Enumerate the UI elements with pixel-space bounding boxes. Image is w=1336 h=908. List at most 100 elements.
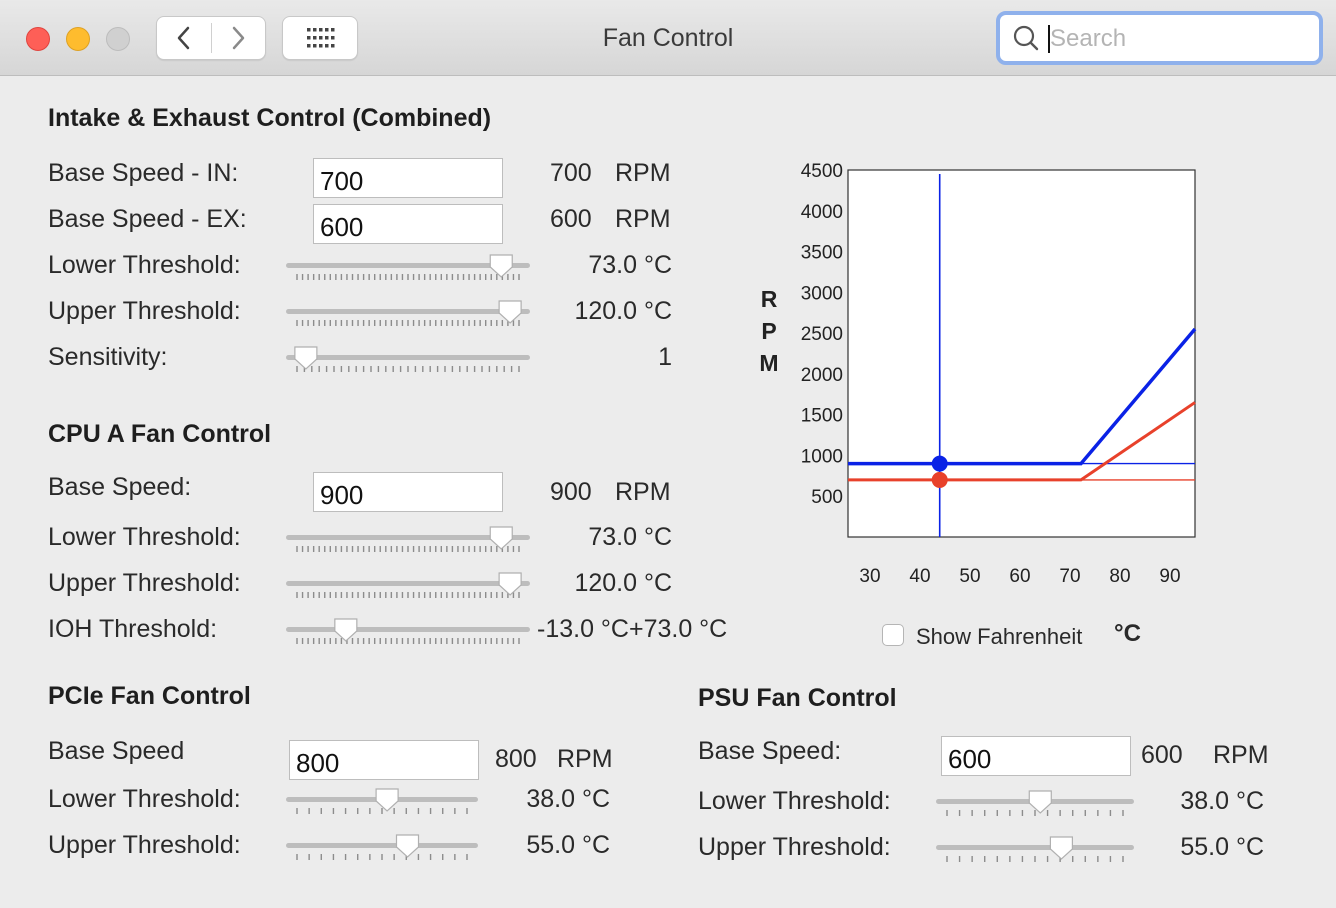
base-speed-ex-label: Base Speed - EX: [48, 205, 247, 233]
slider-knob[interactable] [395, 834, 420, 858]
x-tick-label: 40 [909, 566, 930, 587]
show-all-button[interactable] [282, 16, 358, 60]
grid-dot [325, 44, 329, 48]
cpu-lower-threshold-slider[interactable] [286, 526, 530, 559]
grid-icon [307, 28, 335, 48]
current-speed-marker [931, 471, 948, 488]
psu-upper-threshold-value: 55.0 °C [1180, 833, 1264, 861]
psu-base-speed-value: 600 [1141, 741, 1183, 769]
cpu-base-speed-unit: RPM [615, 478, 671, 506]
back-forward-control [156, 16, 266, 60]
base-speed-ex-value: 600 [550, 205, 592, 233]
y-tick-label: 3500 [801, 243, 843, 264]
search-field[interactable]: Search [996, 11, 1323, 65]
pcie-base-speed-label: Base Speed [48, 737, 185, 765]
psu-upper-threshold-slider[interactable] [936, 836, 1134, 869]
slider-ticks [946, 790, 1124, 816]
y-axis-label-letter: P [761, 318, 776, 344]
fan-curve-chart-svg: 500 1000 1500 2000 2500 3000 3500 4000 4500 30 40 5… [759, 161, 1197, 587]
combined-lower-threshold-slider[interactable] [286, 254, 530, 287]
slider-knob[interactable] [498, 300, 522, 324]
fan-curve-chart: 500 1000 1500 2000 2500 3000 3500 4000 4500 30 40 5… [750, 160, 1210, 660]
slider-ticks [296, 526, 520, 552]
window-title: Fan Control [602, 24, 734, 52]
back-button[interactable] [157, 17, 211, 59]
current-speed-marker [931, 455, 948, 472]
y-tick-label: 4500 [801, 161, 843, 182]
psu-lower-threshold-slider[interactable] [936, 790, 1134, 823]
y-tick-label: 1500 [801, 406, 843, 427]
ioh-threshold-label: IOH Threshold: [48, 615, 218, 643]
sensitivity-label: Sensitivity: [48, 343, 168, 371]
psu-base-speed-field[interactable]: 600 [941, 736, 1131, 776]
search-icon [1013, 25, 1039, 51]
pcie-lower-threshold-slider[interactable] [286, 788, 478, 821]
grid-dot [331, 36, 335, 40]
pcie-lower-threshold-label: Lower Threshold: [48, 785, 241, 813]
cpu-base-speed-field[interactable]: 900 [313, 472, 503, 512]
slider-knob[interactable] [375, 788, 399, 812]
slider-knob[interactable] [489, 254, 513, 278]
temperature-unit-label: °C [1114, 620, 1141, 647]
base-speed-in-field[interactable]: 700 [313, 158, 503, 198]
ioh-threshold-slider[interactable] [286, 618, 530, 651]
chevron-right-icon [232, 26, 245, 50]
ioh-threshold-value: -13.0 °C+73.0 °C [537, 615, 728, 643]
forward-button[interactable] [212, 17, 266, 59]
slider-ticks [296, 572, 522, 598]
slider-knob[interactable] [334, 618, 358, 642]
combined-upper-threshold-slider[interactable] [286, 300, 530, 333]
title-bar: Fan Control Search [0, 0, 1336, 76]
close-window-button[interactable] [26, 27, 50, 51]
pcie-base-speed-field[interactable]: 800 [289, 740, 479, 780]
psu-lower-threshold-value: 38.0 °C [1180, 787, 1264, 815]
grid-dot [307, 36, 311, 40]
section-title-cpu: CPU A Fan Control [48, 420, 272, 448]
y-tick-label: 3000 [801, 283, 843, 304]
slider-knob[interactable] [294, 346, 318, 370]
x-tick-label: 60 [1009, 566, 1030, 587]
base-speed-in-label: Base Speed - IN: [48, 159, 239, 187]
slider-knob[interactable] [1049, 836, 1073, 860]
grid-dot [331, 28, 335, 32]
x-tick-label: 80 [1109, 566, 1130, 587]
pcie-upper-threshold-slider[interactable] [286, 834, 478, 867]
section-title-psu: PSU Fan Control [698, 684, 897, 712]
grid-dot [319, 36, 323, 40]
x-tick-label: 50 [959, 566, 980, 587]
zoom-window-button[interactable] [106, 27, 130, 51]
chevron-left-icon [177, 26, 190, 50]
psu-base-speed-label: Base Speed: [698, 737, 842, 765]
pcie-base-speed-unit: RPM [557, 745, 613, 773]
x-tick-label: 30 [859, 566, 880, 587]
section-title-combined: Intake & Exhaust Control (Combined) [48, 104, 492, 132]
y-tick-label: 1000 [801, 446, 843, 467]
show-fahrenheit-checkbox[interactable] [882, 624, 904, 646]
combined-upper-threshold-value: 120.0 °C [574, 297, 672, 325]
minimize-window-button[interactable] [66, 27, 90, 51]
y-tick-label: 4000 [801, 202, 843, 223]
grid-dot [319, 28, 323, 32]
psu-lower-threshold-label: Lower Threshold: [698, 787, 891, 815]
combined-upper-threshold-label: Upper Threshold: [48, 297, 241, 325]
combined-lower-threshold-value: 73.0 °C [588, 251, 672, 279]
psu-base-speed-unit: RPM [1213, 741, 1269, 769]
cpu-base-speed-value: 900 [550, 478, 592, 506]
slider-knob[interactable] [489, 526, 513, 550]
grid-dot [313, 28, 317, 32]
slider-ticks [296, 300, 522, 326]
cpu-base-speed-label: Base Speed: [48, 473, 192, 501]
pcie-upper-threshold-value: 55.0 °C [526, 831, 610, 859]
slider-ticks [296, 618, 520, 644]
sensitivity-slider[interactable] [286, 346, 530, 379]
slider-ticks [946, 836, 1124, 862]
sensitivity-value: 1 [658, 343, 672, 371]
cpu-upper-threshold-slider[interactable] [286, 572, 530, 605]
grid-dot [307, 28, 311, 32]
base-speed-in-unit: RPM [615, 159, 671, 187]
slider-knob[interactable] [498, 572, 522, 596]
base-speed-ex-field[interactable]: 600 [313, 204, 503, 244]
cpu-upper-threshold-label: Upper Threshold: [48, 569, 241, 597]
slider-knob[interactable] [1028, 790, 1052, 814]
pcie-base-speed-value: 800 [495, 745, 537, 773]
